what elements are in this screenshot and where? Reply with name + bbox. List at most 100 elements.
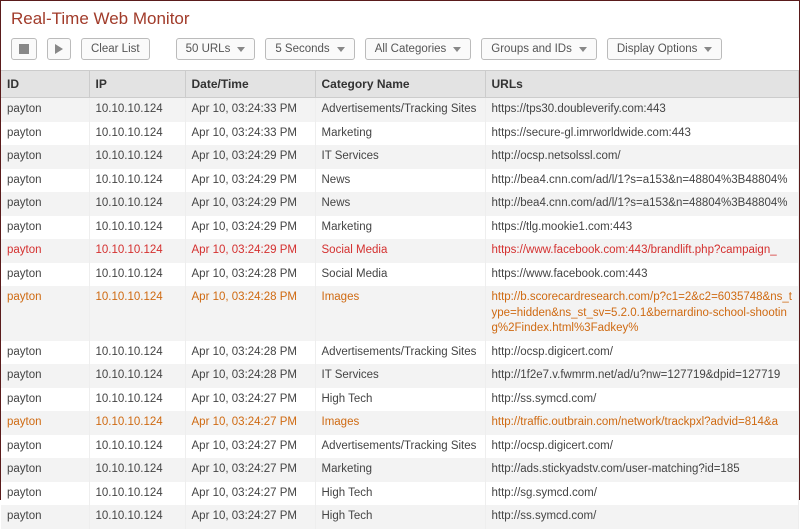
cell-dt: Apr 10, 03:24:27 PM (185, 388, 315, 412)
cell-url: http://bea4.cnn.com/ad/l/1?s=a153&n=4880… (485, 192, 799, 216)
table-row[interactable]: payton10.10.10.124Apr 10, 03:24:29 PMNew… (1, 169, 799, 193)
cell-id: payton (1, 435, 89, 459)
toolbar: Clear List 50 URLs 5 Seconds All Categor… (1, 35, 799, 70)
cell-cat: Advertisements/Tracking Sites (315, 435, 485, 459)
cell-url: http://b.scorecardresearch.com/p?c1=2&c2… (485, 286, 799, 341)
table-row[interactable]: payton10.10.10.124Apr 10, 03:24:27 PMHig… (1, 482, 799, 506)
cell-url: http://ocsp.digicert.com/ (485, 435, 799, 459)
cell-ip: 10.10.10.124 (89, 505, 185, 529)
cell-dt: Apr 10, 03:24:33 PM (185, 122, 315, 146)
cell-ip: 10.10.10.124 (89, 364, 185, 388)
cell-id: payton (1, 169, 89, 193)
cell-ip: 10.10.10.124 (89, 216, 185, 240)
cell-id: payton (1, 482, 89, 506)
cell-url: https://www.facebook.com:443 (485, 263, 799, 287)
table-row[interactable]: payton10.10.10.124Apr 10, 03:24:27 PMHig… (1, 505, 799, 529)
cell-id: payton (1, 192, 89, 216)
table-row[interactable]: payton10.10.10.124Apr 10, 03:24:27 PMAdv… (1, 435, 799, 459)
url-limit-dropdown[interactable]: 50 URLs (176, 38, 256, 60)
chevron-down-icon (704, 47, 712, 52)
cell-dt: Apr 10, 03:24:27 PM (185, 482, 315, 506)
table-row[interactable]: payton10.10.10.124Apr 10, 03:24:29 PMIT … (1, 145, 799, 169)
cell-url: http://ads.stickyadstv.com/user-matching… (485, 458, 799, 482)
chevron-down-icon (337, 47, 345, 52)
clear-list-button[interactable]: Clear List (81, 38, 150, 60)
cell-dt: Apr 10, 03:24:29 PM (185, 169, 315, 193)
cell-cat: High Tech (315, 505, 485, 529)
display-options-dropdown[interactable]: Display Options (607, 38, 723, 60)
table-row[interactable]: payton10.10.10.124Apr 10, 03:24:29 PMNew… (1, 192, 799, 216)
stop-button[interactable] (11, 38, 37, 60)
cell-url: https://secure-gl.imrworldwide.com:443 (485, 122, 799, 146)
cell-dt: Apr 10, 03:24:28 PM (185, 286, 315, 341)
cell-ip: 10.10.10.124 (89, 263, 185, 287)
cell-id: payton (1, 239, 89, 263)
table-row[interactable]: payton10.10.10.124Apr 10, 03:24:28 PMIT … (1, 364, 799, 388)
col-header-url[interactable]: URLs (485, 71, 799, 98)
cell-ip: 10.10.10.124 (89, 169, 185, 193)
cell-ip: 10.10.10.124 (89, 239, 185, 263)
cell-id: payton (1, 122, 89, 146)
play-button[interactable] (47, 38, 71, 60)
cell-id: payton (1, 458, 89, 482)
table-row[interactable]: payton10.10.10.124Apr 10, 03:24:28 PMSoc… (1, 263, 799, 287)
cell-cat: Marketing (315, 216, 485, 240)
cell-cat: Marketing (315, 122, 485, 146)
cell-dt: Apr 10, 03:24:29 PM (185, 145, 315, 169)
groups-dropdown[interactable]: Groups and IDs (481, 38, 597, 60)
table-row[interactable]: payton10.10.10.124Apr 10, 03:24:29 PMMar… (1, 216, 799, 240)
cell-ip: 10.10.10.124 (89, 482, 185, 506)
cell-dt: Apr 10, 03:24:28 PM (185, 341, 315, 365)
cell-dt: Apr 10, 03:24:28 PM (185, 263, 315, 287)
cell-id: payton (1, 341, 89, 365)
cell-ip: 10.10.10.124 (89, 286, 185, 341)
col-header-ip[interactable]: IP (89, 71, 185, 98)
table-row[interactable]: payton10.10.10.124Apr 10, 03:24:27 PMIma… (1, 411, 799, 435)
table-row[interactable]: payton10.10.10.124Apr 10, 03:24:29 PMSoc… (1, 239, 799, 263)
cell-ip: 10.10.10.124 (89, 98, 185, 122)
cell-cat: News (315, 169, 485, 193)
clear-list-label: Clear List (91, 43, 140, 55)
cell-ip: 10.10.10.124 (89, 192, 185, 216)
cell-dt: Apr 10, 03:24:29 PM (185, 192, 315, 216)
table-row[interactable]: payton10.10.10.124Apr 10, 03:24:28 PMAdv… (1, 341, 799, 365)
play-icon (55, 44, 63, 54)
table-header-row: ID IP Date/Time Category Name URLs (1, 71, 799, 98)
cell-cat: High Tech (315, 388, 485, 412)
cell-ip: 10.10.10.124 (89, 145, 185, 169)
cell-ip: 10.10.10.124 (89, 122, 185, 146)
cell-id: payton (1, 388, 89, 412)
categories-dropdown[interactable]: All Categories (365, 38, 472, 60)
cell-dt: Apr 10, 03:24:27 PM (185, 458, 315, 482)
cell-url: https://www.facebook.com:443/brandlift.p… (485, 239, 799, 263)
col-header-id[interactable]: ID (1, 71, 89, 98)
cell-dt: Apr 10, 03:24:27 PM (185, 505, 315, 529)
cell-url: http://traffic.outbrain.com/network/trac… (485, 411, 799, 435)
monitor-table: ID IP Date/Time Category Name URLs payto… (1, 70, 799, 529)
cell-url: http://1f2e7.v.fwmrm.net/ad/u?nw=127719&… (485, 364, 799, 388)
cell-cat: Images (315, 286, 485, 341)
table-row[interactable]: payton10.10.10.124Apr 10, 03:24:27 PMHig… (1, 388, 799, 412)
cell-cat: News (315, 192, 485, 216)
cell-id: payton (1, 411, 89, 435)
cell-dt: Apr 10, 03:24:29 PM (185, 239, 315, 263)
cell-ip: 10.10.10.124 (89, 435, 185, 459)
col-header-category[interactable]: Category Name (315, 71, 485, 98)
chevron-down-icon (237, 47, 245, 52)
interval-dropdown[interactable]: 5 Seconds (265, 38, 354, 60)
col-header-datetime[interactable]: Date/Time (185, 71, 315, 98)
cell-cat: Images (315, 411, 485, 435)
interval-label: 5 Seconds (275, 43, 329, 55)
cell-url: http://ss.symcd.com/ (485, 505, 799, 529)
cell-dt: Apr 10, 03:24:27 PM (185, 411, 315, 435)
table-row[interactable]: payton10.10.10.124Apr 10, 03:24:33 PMAdv… (1, 98, 799, 122)
table-row[interactable]: payton10.10.10.124Apr 10, 03:24:27 PMMar… (1, 458, 799, 482)
url-limit-label: 50 URLs (186, 43, 231, 55)
table-row[interactable]: payton10.10.10.124Apr 10, 03:24:33 PMMar… (1, 122, 799, 146)
cell-url: http://ss.symcd.com/ (485, 388, 799, 412)
display-options-label: Display Options (617, 43, 698, 55)
table-row[interactable]: payton10.10.10.124Apr 10, 03:24:28 PMIma… (1, 286, 799, 341)
cell-cat: Marketing (315, 458, 485, 482)
chevron-down-icon (579, 47, 587, 52)
cell-cat: Advertisements/Tracking Sites (315, 98, 485, 122)
